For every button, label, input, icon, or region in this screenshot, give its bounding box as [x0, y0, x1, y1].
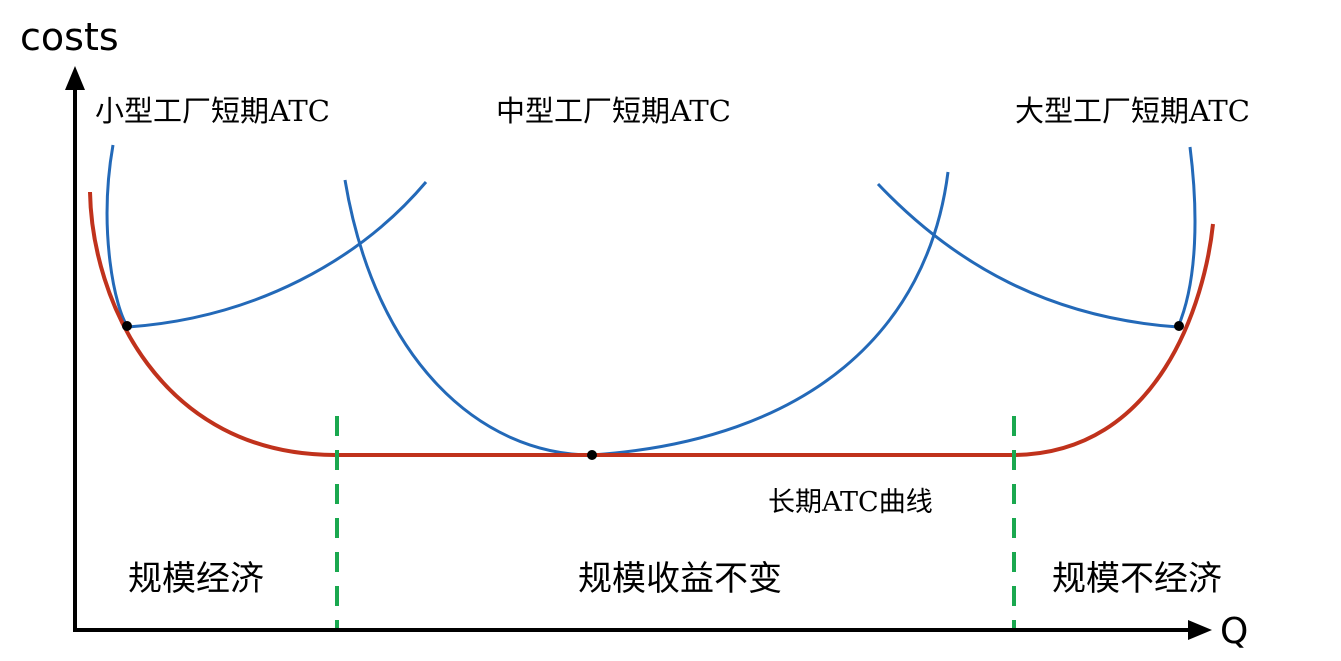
long-run-atc-curve: [88, 191, 1215, 457]
large-plant-atc-curve: [876, 146, 1197, 329]
tangent-point-medium: [587, 450, 597, 460]
large-plant-atc-label: 大型工厂短期ATC: [1015, 94, 1250, 128]
x-axis-arrowhead: [1188, 620, 1212, 640]
region-label-economies-of-scale: 规模经济: [128, 559, 264, 599]
y-axis-arrowhead: [65, 66, 85, 90]
y-axis-label: costs: [20, 15, 119, 59]
medium-plant-atc-curve: [343, 171, 950, 457]
region-label-constant-returns: 规模收益不变: [578, 559, 782, 599]
small-plant-atc-label: 小型工厂短期ATC: [95, 94, 330, 128]
region-label-diseconomies-of-scale: 规模不经济: [1052, 559, 1222, 599]
cost-curves-diagram: costs Q 小型工厂短期ATC 中型工厂短期ATC 大型工厂短期ATC 长期…: [20, 15, 1250, 652]
medium-plant-atc-label: 中型工厂短期ATC: [496, 94, 731, 128]
short-run-atc-curves: [105, 144, 1197, 457]
small-plant-atc-curve: [105, 144, 428, 329]
tangent-point-small: [122, 321, 132, 331]
tangent-points: [122, 321, 1184, 460]
long-run-atc-label: 长期ATC曲线: [768, 487, 933, 518]
tangent-point-large: [1174, 321, 1184, 331]
x-axis-label: Q: [1220, 611, 1248, 652]
